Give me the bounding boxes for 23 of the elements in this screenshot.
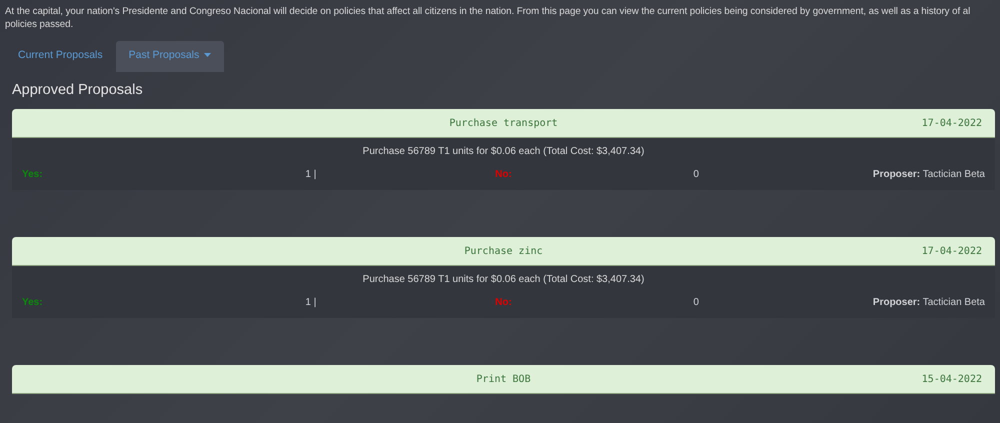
no-label: No: — [494, 169, 513, 180]
yes-count: 1 | — [304, 169, 318, 180]
section-heading: Approved Proposals — [12, 82, 144, 98]
yes-label: Yes: — [22, 169, 44, 180]
proposer-text: Proposer: Tactician Beta — [872, 169, 985, 180]
no-count: 0 — [692, 169, 700, 180]
yes-count: 1 | — [304, 297, 318, 308]
yes-label: Yes: — [22, 297, 44, 308]
no-count: 0 — [692, 297, 700, 308]
tab[interactable]: Past Proposals — [116, 41, 224, 72]
proposal-date: 17-04-2022 — [922, 246, 982, 256]
tab[interactable]: Current Proposals — [5, 41, 116, 72]
caret-icon — [204, 53, 212, 57]
proposal-title: Purchase transport — [449, 118, 558, 128]
proposal-description: Purchase 56789 T1 units for $0.06 each (Total Cost: $3,407.34) — [362, 274, 646, 285]
no-label: No: — [494, 297, 513, 308]
proposal-date: 17-04-2022 — [922, 118, 982, 128]
proposal-description: Purchase 56789 T1 units for $0.06 each (Total Cost: $3,407.34) — [362, 146, 646, 157]
proposal-title: Purchase zinc — [464, 246, 543, 256]
proposer-text: Proposer: Tactician Beta — [872, 297, 985, 308]
intro-text: At the capital, your nation's Presidente and Congreso Nacional will decide on policies that affect all citizens in the nation. From this page you can view the current policies being considered by government, as well as a history of al policies passed. — [5, 5, 972, 31]
proposal-title: Print BOB — [476, 374, 531, 384]
proposal-date: 15-04-2022 — [922, 374, 982, 384]
